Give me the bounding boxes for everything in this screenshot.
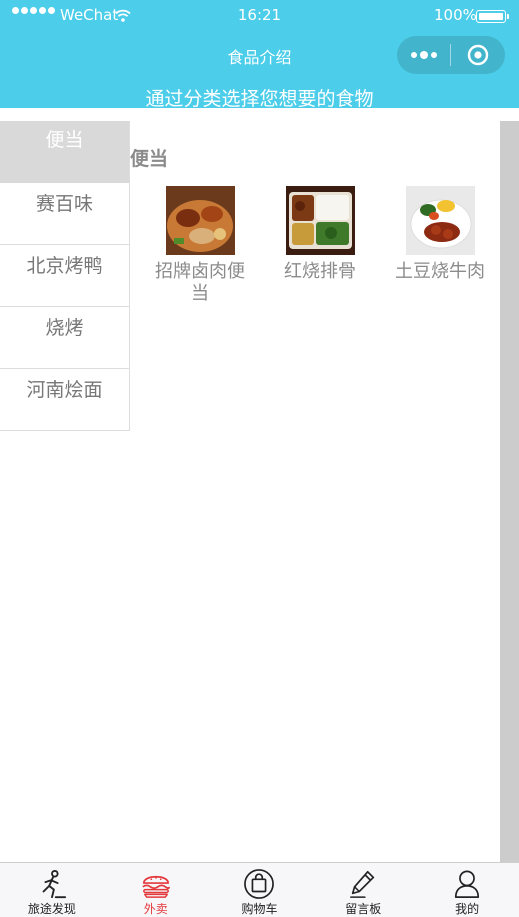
- tab-cart[interactable]: 购物车: [208, 863, 312, 917]
- section-title: 便当: [130, 148, 169, 170]
- category-bento[interactable]: 便当: [0, 121, 130, 183]
- more-icon[interactable]: [397, 51, 450, 59]
- close-circle-icon[interactable]: [451, 44, 504, 66]
- category-sidebar: 便当 赛百味 北京烤鸭 烧烤 河南烩面: [0, 121, 130, 431]
- shopping-bag-icon: [244, 869, 275, 899]
- tab-label: 留言板: [345, 902, 382, 916]
- food-item-potato-beef[interactable]: 土豆烧牛肉: [380, 186, 500, 305]
- category-subway[interactable]: 赛百味: [0, 183, 130, 245]
- food-grid: 招牌卤肉便当 红烧排骨 土豆烧牛肉: [140, 186, 500, 305]
- food-image[interactable]: [165, 186, 235, 255]
- food-name: 招牌卤肉便当: [155, 261, 245, 304]
- tab-profile[interactable]: 我的: [415, 863, 519, 917]
- header: WeChat 16:21 100% 食品介绍 通过分类选择您想要的食物: [0, 0, 519, 110]
- category-label: 便当: [45, 129, 84, 151]
- category-bbq[interactable]: 烧烤: [0, 307, 130, 369]
- pencil-icon: [350, 870, 375, 898]
- food-name: 土豆烧牛肉: [395, 261, 485, 282]
- capsule-menu: [397, 36, 505, 74]
- status-bar: WeChat 16:21 100%: [0, 0, 519, 32]
- category-label: 赛百味: [35, 193, 93, 215]
- category-henan-noodles[interactable]: 河南烩面: [0, 369, 130, 431]
- food-image[interactable]: [405, 186, 475, 255]
- category-peking-duck[interactable]: 北京烤鸭: [0, 245, 130, 307]
- battery-icon: [476, 10, 509, 23]
- tab-label: 外卖: [143, 902, 168, 916]
- category-label: 烧烤: [45, 317, 84, 339]
- burger-icon: [142, 875, 170, 898]
- tab-label: 我的: [455, 902, 480, 916]
- battery-percent: 100%: [434, 6, 477, 24]
- food-image[interactable]: [285, 186, 355, 255]
- tab-message-board[interactable]: 留言板: [311, 863, 415, 917]
- food-item-braised-ribs[interactable]: 红烧排骨: [260, 186, 380, 305]
- tab-takeout[interactable]: 外卖: [104, 863, 208, 917]
- category-label: 北京烤鸭: [26, 255, 103, 277]
- tab-label: 购物车: [241, 902, 278, 916]
- tab-travel[interactable]: 旅途发现: [0, 863, 104, 917]
- food-name: 红烧排骨: [284, 261, 356, 282]
- subtitle: 通过分类选择您想要的食物: [145, 88, 374, 110]
- food-item-braised-pork-bento[interactable]: 招牌卤肉便当: [140, 186, 260, 305]
- tab-bar: 旅途发现 外卖 购物车 留言板 我的: [0, 862, 519, 917]
- scrollbar[interactable]: [500, 121, 519, 862]
- category-label: 河南烩面: [26, 379, 103, 401]
- tab-label: 旅途发现: [27, 902, 76, 916]
- runner-icon: [42, 869, 66, 899]
- user-icon: [454, 870, 480, 898]
